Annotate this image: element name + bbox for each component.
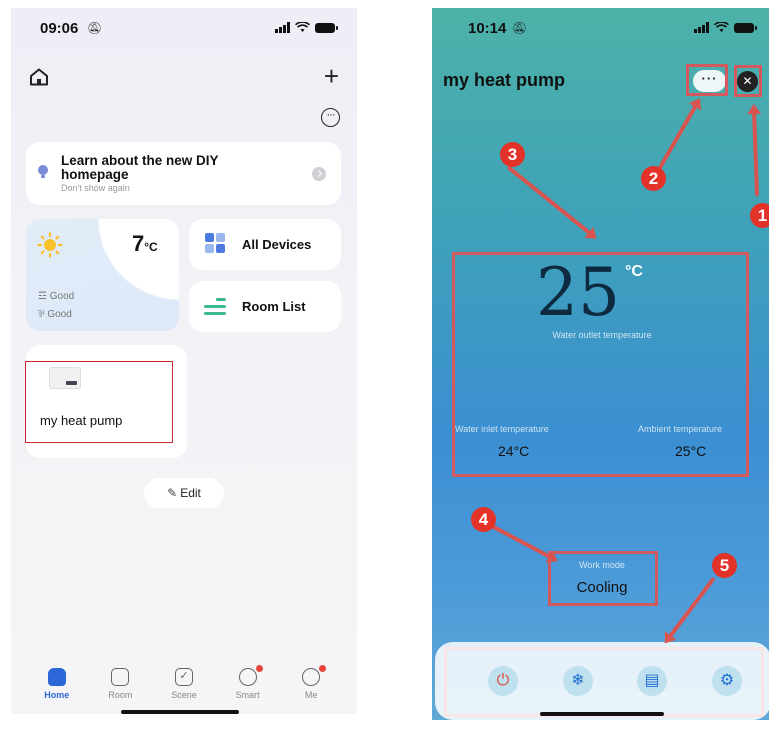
tab-scene-label: Scene [171,690,197,700]
weather-card[interactable]: 7°C ☲ Good ⅌ Good [26,219,179,331]
callout-arrow-2 [656,100,700,172]
work-mode-value[interactable]: Cooling [432,579,769,596]
battery-icon [734,22,757,33]
tab-smart[interactable]: Smart [223,665,273,714]
mute-bell-icon: 🔕︎ [87,21,103,35]
battery-icon [315,22,338,33]
mute-bell-icon: 🔕︎ [512,21,528,35]
gear-icon[interactable]: ⚙ [712,666,742,696]
home-outline-icon[interactable] [29,68,49,86]
callout-arrow-1 [751,107,759,197]
device-title: my heat pump [443,70,566,90]
room-list-tile[interactable]: Room List [189,281,341,332]
outlet-temperature-unit: °C [625,263,643,280]
status-icons [275,22,338,33]
callout-4: 4 [471,507,496,532]
lightbulb-icon [38,165,48,178]
inlet-temperature-label: Water inlet temperature [455,424,549,434]
callout-2: 2 [641,166,666,191]
tab-me[interactable]: Me [286,665,336,714]
highlight-box-more [686,64,728,96]
tab-room[interactable]: Room [95,666,145,714]
callout-arrow-4 [487,522,556,561]
pencil-icon: ✎ [167,486,178,500]
cellular-signal-icon [694,22,709,33]
callout-1: 1 [750,203,769,228]
ambient-temperature-label: Ambient temperature [638,424,723,434]
grid-icon [205,233,225,253]
smart-tab-icon [238,668,257,686]
all-devices-tile[interactable]: All Devices [189,219,341,270]
sun-icon [37,232,63,258]
heat-pump-panel: 10:14 🔕︎ my heat pump ··· ✕ 25 °C Water … [432,8,769,720]
document-icon[interactable]: ▤ [637,666,667,696]
status-time: 09:06 [40,20,79,37]
outdoor-temperature: 7°C [132,231,158,256]
tab-me-label: Me [304,690,318,700]
all-devices-label: All Devices [242,237,312,252]
diy-homepage-banner[interactable]: Learn about the new DIY homepage Don't s… [26,142,341,205]
inlet-temperature-value: 24°C [498,443,530,459]
plant-icon: ⅌ [38,309,48,320]
tab-home[interactable]: Home [32,666,82,714]
status-bar: 10:14 🔕︎ [432,20,769,40]
profile-tab-icon [302,668,321,686]
highlight-box-device [25,361,173,443]
wifi-icon [714,22,729,32]
callout-arrow-3 [506,165,595,238]
wifi-icon [295,22,310,32]
humidity-quality: ⅌ Good [38,309,72,320]
edit-button[interactable]: ✎ Edit [144,478,224,508]
notification-dot [255,665,263,672]
bottom-tab-bar: Home Room ✓ Scene Smart Me [11,665,357,714]
tab-smart-label: Smart [235,690,260,700]
outlet-temperature-label: Water outlet temperature [552,330,652,340]
home-tab-icon [47,668,66,686]
cellular-signal-icon [275,22,290,33]
room-list-label: Room List [242,299,306,314]
banner-title: Learn about the new DIY homepage [61,153,219,182]
power-icon[interactable]: ⏻ [488,666,518,696]
home-screen: 09:06 🔕︎ + ··· Learn about the new DIY h… [11,8,357,714]
home-indicator [540,712,664,716]
room-tab-icon [111,668,130,686]
ambient-temperature-value: 25°C [675,443,707,459]
dont-show-again-link[interactable]: Don't show again [61,183,130,193]
air-quality: ☲ Good [38,291,75,302]
chevron-right-icon[interactable] [312,167,326,181]
status-bar: 09:06 🔕︎ [11,20,357,40]
tab-scene[interactable]: ✓ Scene [159,666,209,714]
outlet-temperature-value: 25 [536,254,620,331]
status-icons [694,22,757,33]
list-icon [204,298,226,315]
callout-5: 5 [712,553,737,578]
highlight-box-close [734,65,762,97]
status-time: 10:14 [468,20,507,37]
callout-3: 3 [500,142,525,167]
checkbox-tab-icon: ✓ [174,668,193,686]
notification-dot [319,665,327,672]
more-options-icon[interactable]: ··· [321,108,340,127]
snowflake-icon[interactable]: ❄ [563,666,593,696]
add-icon[interactable]: + [324,63,339,89]
tab-room-label: Room [108,690,133,700]
home-indicator [121,710,239,714]
tab-home-label: Home [44,690,70,700]
air-quality-icon: ☲ [38,291,50,302]
